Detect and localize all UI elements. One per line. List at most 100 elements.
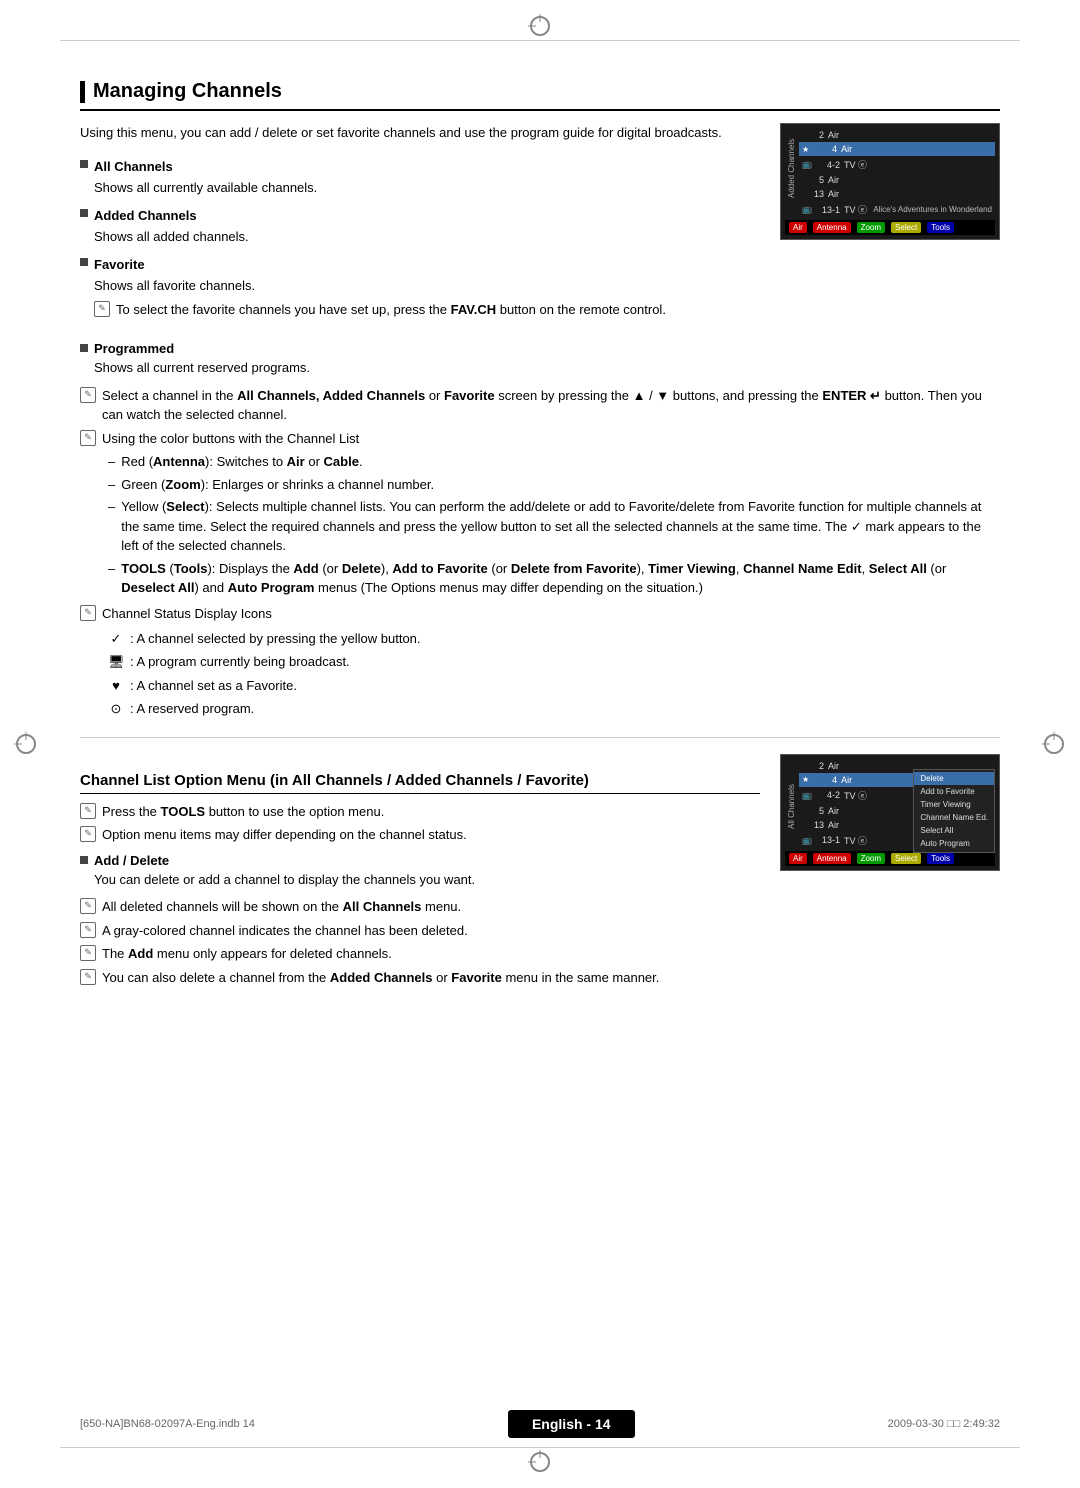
ss2-btn-antenna: Antenna <box>813 853 851 864</box>
note-channel-status-text: Channel Status Display Icons <box>102 604 1000 624</box>
note-select-channel-text: Select a channel in the All Channels, Ad… <box>102 386 1000 425</box>
star-icon: ★ <box>802 145 809 154</box>
note-add-menu: ✎ The Add menu only appears for deleted … <box>80 944 760 964</box>
broadcast-desc: : A program currently being broadcast. <box>130 650 350 673</box>
note-icon-3: ✎ <box>80 605 96 621</box>
note-tools-btn: ✎ Press the TOOLS button to use the opti… <box>80 802 760 822</box>
ss2-menu-select-all: Select All <box>914 824 994 837</box>
bullet-all-channels: All Channels Shows all currently availab… <box>80 157 760 198</box>
ss2-menu-auto-program: Auto Program <box>914 837 994 850</box>
section-heading: Managing Channels <box>80 80 1000 111</box>
favorite-title: Favorite <box>80 255 760 275</box>
note-icon-2: ✎ <box>80 430 96 446</box>
bullet-square-icon <box>80 856 88 864</box>
reserved-symbol: ⊙ <box>108 697 124 720</box>
bullet-square-icon <box>80 160 88 168</box>
star-icon-2: ★ <box>802 775 809 784</box>
note-gray-channel: ✎ A gray-colored channel indicates the c… <box>80 921 760 941</box>
intro-text-block: Using this menu, you can add / delete or… <box>80 123 760 327</box>
note-icon: ✎ <box>94 301 110 317</box>
programmed-title: Programmed <box>80 341 1000 356</box>
ss1-row-4: 13 Air <box>799 187 995 201</box>
heart-desc: : A channel set as a Favorite. <box>130 674 297 697</box>
added-channels-title: Added Channels <box>80 206 760 226</box>
bullet-square-icon <box>80 209 88 217</box>
channel-list-section: Channel List Option Menu (in All Channel… <box>80 754 1000 992</box>
screenshot-1: Added Channels 2 Air ★ 4 Air 📺 <box>780 123 1000 240</box>
dash-red: – Red (Antenna): Switches to Air or Cabl… <box>108 452 1000 472</box>
footer-left-text: [650-NA]BN68-02097A-Eng.indb 14 <box>80 1418 255 1430</box>
dash-marker: – <box>108 497 115 517</box>
broadcast-symbol: 🖥 <box>108 650 124 673</box>
channel-list-text: Channel List Option Menu (in All Channel… <box>80 754 760 992</box>
note-icon-5: ✎ <box>80 826 96 842</box>
note-deleted-shown: ✎ All deleted channels will be shown on … <box>80 897 760 917</box>
page-footer: [650-NA]BN68-02097A-Eng.indb 14 English … <box>80 1410 1000 1438</box>
dash-marker: – <box>108 559 115 579</box>
programmed-body: Shows all current reserved programs. <box>94 358 1000 378</box>
section-divider <box>80 737 1000 738</box>
ss2-menu-delete: Delete <box>914 772 994 785</box>
ss2-btn-tools: Tools <box>927 853 954 864</box>
status-check: ✓ : A channel selected by pressing the y… <box>108 627 1000 650</box>
tv-icon-4: 📺 <box>802 836 812 845</box>
all-channels-body: Shows all currently available channels. <box>94 178 760 198</box>
content-area: Managing Channels Using this menu, you c… <box>80 60 1000 991</box>
bullet-square-icon <box>80 258 88 266</box>
favorite-body: Shows all favorite channels. <box>94 276 760 296</box>
bullet-add-delete: Add / Delete You can delete or add a cha… <box>80 853 760 890</box>
favorite-note-text: To select the favorite channels you have… <box>116 300 760 320</box>
ss1-sidebar-label: Added Channels <box>787 138 796 198</box>
ss2-btn-zoom: Zoom <box>857 853 885 864</box>
ss1-row-0: 2 Air <box>799 128 995 142</box>
ss1-row-5: 📺 13-1 TV ⓔ Alice's Adventures in Wonder… <box>799 201 995 218</box>
note-select-channel: ✎ Select a channel in the All Channels, … <box>80 386 1000 425</box>
note-icon-8: ✎ <box>80 945 96 961</box>
ss2-sidebar-label: All Channels <box>787 769 796 829</box>
page-title: Managing Channels <box>93 80 282 103</box>
dash-tools: – TOOLS (Tools): Displays the Add (or De… <box>108 559 1000 598</box>
ss2-bottom-bar: Air Antenna Zoom Select Tools <box>785 851 995 866</box>
check-desc: : A channel selected by pressing the yel… <box>130 627 421 650</box>
note-icon-9: ✎ <box>80 969 96 985</box>
bullet-programmed: Programmed Shows all current reserved pr… <box>80 341 1000 378</box>
ss1-btn-zoom: Zoom <box>857 222 885 233</box>
bullet-added-channels: Added Channels Shows all added channels. <box>80 206 760 247</box>
bullet-square-icon <box>80 344 88 352</box>
note-channel-status: ✎ Channel Status Display Icons <box>80 604 1000 624</box>
footer-page-label: English - 14 <box>508 1410 635 1438</box>
tv-icon: 📺 <box>802 160 812 169</box>
add-delete-body: You can delete or add a channel to displ… <box>94 870 760 890</box>
ss2-menu-name-edit: Channel Name Ed. <box>914 811 994 824</box>
ss1-btn-antenna: Antenna <box>813 222 851 233</box>
intro-paragraph: Using this menu, you can add / delete or… <box>80 123 760 143</box>
tv-icon-3: 📺 <box>802 791 812 800</box>
note-color-buttons-text: Using the color buttons with the Channel… <box>102 429 1000 449</box>
note-icon-1: ✎ <box>80 387 96 403</box>
status-reserved: ⊙ : A reserved program. <box>108 697 1000 720</box>
ss2-menu-timer: Timer Viewing <box>914 798 994 811</box>
intro-section: Using this menu, you can add / delete or… <box>80 123 1000 327</box>
reserved-desc: : A reserved program. <box>130 697 254 720</box>
status-broadcast: 🖥 : A program currently being broadcast. <box>108 650 1000 673</box>
ss1-bottom-bar: Air Antenna Zoom Select Tools <box>785 220 995 235</box>
heart-symbol: ♥ <box>108 674 124 697</box>
note-color-buttons: ✎ Using the color buttons with the Chann… <box>80 429 1000 449</box>
ss1-row-3: 5 Air <box>799 173 995 187</box>
dash-list: – Red (Antenna): Switches to Air or Cabl… <box>108 452 1000 598</box>
ss1-btn-air: Air <box>789 222 807 233</box>
added-channels-body: Shows all added channels. <box>94 227 760 247</box>
footer-right-text: 2009-03-30 □□ 2:49:32 <box>888 1418 1000 1430</box>
page-container: Managing Channels Using this menu, you c… <box>0 0 1080 1488</box>
note-icon-4: ✎ <box>80 803 96 819</box>
ss1-btn-tools: Tools <box>927 222 954 233</box>
status-icons-list: ✓ : A channel selected by pressing the y… <box>108 627 1000 721</box>
ss2-popup-menu: Delete Add to Favorite Timer Viewing Cha… <box>913 769 995 853</box>
ss2-btn-air: Air <box>789 853 807 864</box>
dash-marker: – <box>108 452 115 472</box>
ss1-row-2: 📺 4-2 TV ⓔ <box>799 156 995 173</box>
dash-marker: – <box>108 475 115 495</box>
dash-yellow: – Yellow (Select): Selects multiple chan… <box>108 497 1000 556</box>
note-also-delete: ✎ You can also delete a channel from the… <box>80 968 760 988</box>
dash-green: – Green (Zoom): Enlarges or shrinks a ch… <box>108 475 1000 495</box>
